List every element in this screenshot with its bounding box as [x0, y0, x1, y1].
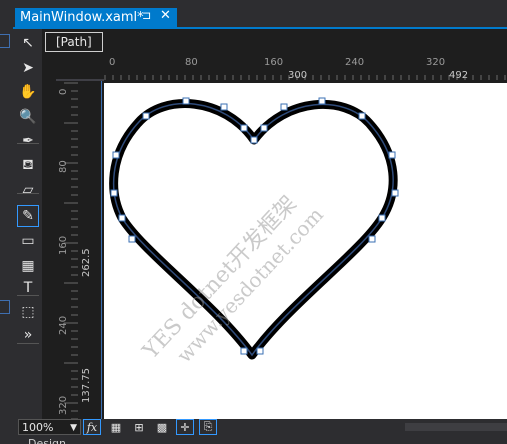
- assets-tool[interactable]: ⬚: [17, 301, 39, 323]
- vertical-ruler: 0 80 160 240 320: [56, 81, 78, 419]
- paint-bucket-tool[interactable]: ⛾: [17, 155, 39, 177]
- pointer-outline-icon: ↖: [22, 35, 34, 51]
- pen-icon: ✎: [22, 208, 34, 224]
- eraser-tool[interactable]: ▱: [17, 179, 39, 201]
- toolbox-separator: [17, 143, 39, 144]
- vertical-measure-labels: 262.5 137.75: [81, 248, 92, 403]
- grid-tool[interactable]: ▦: [17, 255, 39, 277]
- pan-tool[interactable]: ✋: [17, 81, 39, 103]
- vertical-ruler-ticks: 0 80 160 240 320: [58, 82, 78, 419]
- hand-icon: ✋: [19, 84, 37, 100]
- ruler-measure-label: 300: [288, 70, 307, 80]
- path-node-handle[interactable]: [240, 124, 248, 132]
- path-node-handle[interactable]: [318, 97, 326, 105]
- ruler-label: 80: [58, 160, 69, 173]
- ruler-label: 0: [109, 57, 115, 68]
- paint-bucket-icon: ⛾: [22, 157, 34, 173]
- rectangle-tool[interactable]: ▭: [17, 230, 39, 252]
- eyedropper-icon: ✒: [22, 133, 34, 149]
- left-panel-edge: [0, 0, 13, 444]
- chevron-down-icon: ▼: [70, 423, 77, 433]
- horizontal-scrollbar[interactable]: [405, 423, 507, 431]
- path-node-handle[interactable]: [388, 151, 396, 159]
- chevron-right-double-icon: »: [23, 327, 33, 343]
- path-node-handle[interactable]: [240, 347, 248, 355]
- eraser-icon: ▱: [22, 182, 34, 198]
- snap-grid-button[interactable]: ⊞: [130, 419, 148, 435]
- ruler-label: 80: [185, 57, 198, 68]
- path-node-handle[interactable]: [378, 214, 386, 222]
- rectangle-icon: ▭: [21, 233, 35, 249]
- ruler-label: 160: [58, 236, 69, 255]
- text-icon: T: [23, 280, 33, 296]
- path-node-handle[interactable]: [182, 97, 190, 105]
- path-node-handle[interactable]: [358, 112, 366, 120]
- path-node-handle[interactable]: [142, 112, 150, 120]
- checkerboard-icon: ▩: [156, 420, 168, 434]
- ruler-measure-label: 492: [449, 70, 468, 80]
- pointer-solid-icon: ➤: [22, 60, 34, 76]
- artboard[interactable]: YES dotnet开发框架 www.yesdotnet.com: [104, 83, 507, 419]
- grid-view-icon: ▦: [110, 420, 122, 434]
- magnifier-icon: 🔍: [19, 109, 37, 125]
- ruler-measure-label: 262.5: [81, 248, 92, 277]
- zoom-tool[interactable]: 🔍: [17, 106, 39, 128]
- heart-path[interactable]: [104, 83, 507, 419]
- horizontal-ruler-ticks: 0 80 160 240 320 300 492: [104, 57, 506, 80]
- toolbox-separator: [17, 193, 39, 194]
- path-node-handle[interactable]: [256, 347, 264, 355]
- path-node-handle[interactable]: [118, 214, 126, 222]
- designer-surface[interactable]: [Path] 0 80 160 240 320 300 492 0 80 160 240 320 Y…: [42, 29, 507, 419]
- document-tab[interactable]: MainWindow.xaml* ⊐ ✕: [15, 8, 177, 27]
- path-node-handle[interactable]: [250, 136, 258, 144]
- pin-icon[interactable]: ⊐: [142, 9, 151, 22]
- snap-grid-icon: ⊞: [134, 420, 144, 434]
- annotation-icon: ⎘: [203, 420, 213, 433]
- checker-button[interactable]: ▩: [153, 419, 171, 435]
- zoom-dropdown[interactable]: 100% ▼: [18, 419, 81, 435]
- ruler-label: 240: [345, 57, 364, 68]
- pen-tool[interactable]: ✎: [17, 205, 39, 227]
- zoom-value: 100%: [22, 421, 54, 434]
- ruler-label: 160: [264, 57, 283, 68]
- ruler-measure-label: 137.75: [81, 368, 92, 403]
- artboard-edge: [101, 81, 102, 419]
- ruler-label: 240: [58, 316, 69, 335]
- eyedropper-tool[interactable]: ✒: [17, 130, 39, 152]
- selection-tool[interactable]: ↖: [17, 32, 39, 54]
- ruler-label: 320: [426, 57, 445, 68]
- ruler-label: 0: [58, 89, 69, 95]
- bottom-tabs: Design: [28, 437, 66, 444]
- snap-lines-icon: ✛: [180, 420, 190, 434]
- path-node-handle[interactable]: [110, 189, 118, 197]
- toolbox-separator: [17, 295, 39, 296]
- breadcrumb[interactable]: [Path]: [45, 32, 103, 52]
- ruler-label: 320: [58, 396, 69, 415]
- assets-icon: ⬚: [21, 304, 35, 320]
- formula-button[interactable]: fx: [83, 419, 101, 435]
- path-node-handle[interactable]: [368, 235, 376, 243]
- horizontal-ruler: 0 80 160 240 320 300 492: [104, 54, 507, 80]
- designer-bottom-toolbar: 100% ▼ fx ▦ ⊞ ▩ ✛ ⎘ Design: [13, 419, 507, 444]
- snap-lines-button[interactable]: ✛: [176, 419, 194, 435]
- direct-selection-tool[interactable]: ➤: [17, 57, 39, 79]
- path-node-handle[interactable]: [280, 103, 288, 111]
- close-icon[interactable]: ✕: [160, 8, 171, 23]
- path-node-handle[interactable]: [220, 103, 228, 111]
- annotations-button[interactable]: ⎘: [199, 419, 217, 435]
- document-tab-title: MainWindow.xaml*: [20, 10, 144, 25]
- panel-edge-marker: [0, 300, 10, 314]
- toolbox: ↖ ➤ ✋ 🔍 ✒ ⛾ ▱ ✎ ▭ ▦ T ⬚ »: [13, 29, 42, 419]
- fx-icon: fx: [86, 420, 98, 434]
- path-node-handle[interactable]: [112, 151, 120, 159]
- path-node-handle[interactable]: [260, 124, 268, 132]
- panel-edge-marker: [0, 34, 10, 48]
- toolbox-separator: [17, 343, 39, 344]
- grid-view-button[interactable]: ▦: [107, 419, 125, 435]
- path-node-handle[interactable]: [391, 189, 399, 197]
- path-node-handle[interactable]: [128, 235, 136, 243]
- grid-icon: ▦: [21, 258, 35, 274]
